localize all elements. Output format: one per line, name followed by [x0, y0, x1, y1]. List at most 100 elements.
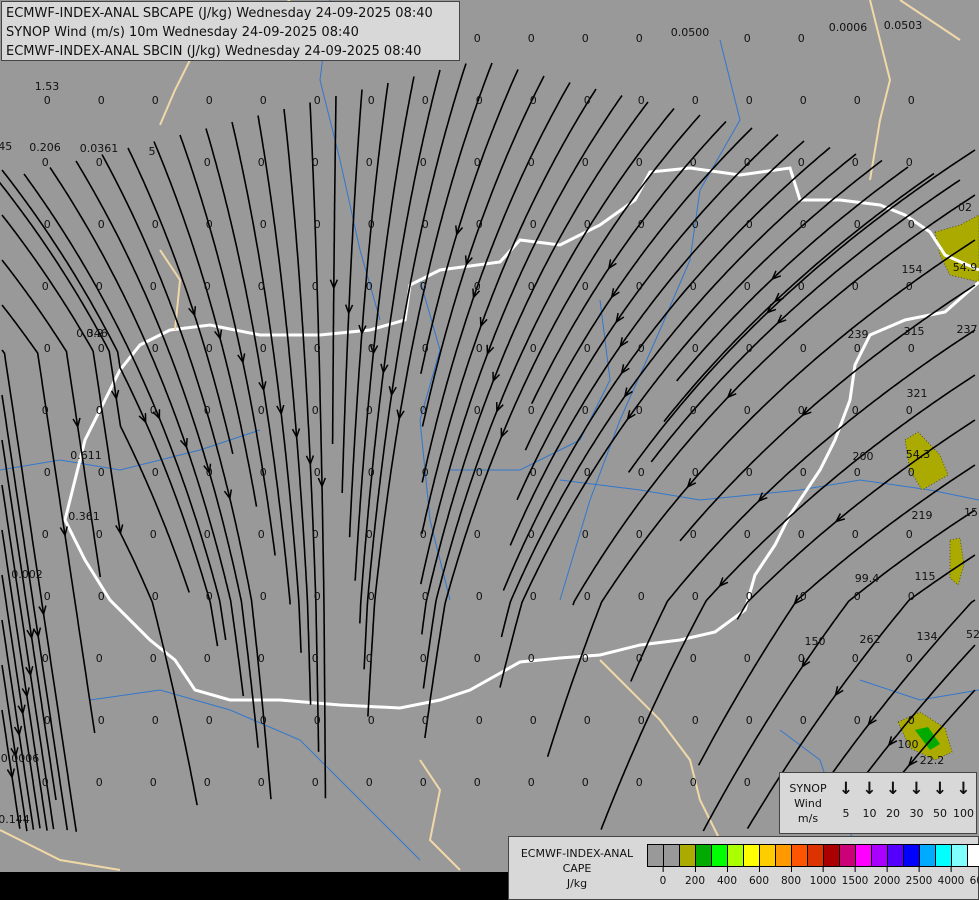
cape-value-label: 0 [96, 652, 103, 665]
river-line [859, 679, 979, 701]
color-swatch [936, 845, 952, 866]
cape-value-label: 0 [528, 404, 535, 417]
cape-value-label: 0 [690, 404, 697, 417]
cape-value-label: 115 [915, 570, 936, 583]
cape-value-label: 0 [152, 466, 159, 479]
cape-value-label: 0 [746, 218, 753, 231]
cape-value-label: 0 [584, 218, 591, 231]
cape-value-label: 0 [150, 776, 157, 789]
cape-value-label: 0 [422, 342, 429, 355]
cape-value-label: 0 [98, 342, 105, 355]
cape-value-label: 0 [312, 404, 319, 417]
color-swatch [712, 845, 728, 866]
cape-value-label: 0 [98, 714, 105, 727]
cape-value-label: 0 [636, 528, 643, 541]
cape-value-label: 0 [638, 218, 645, 231]
cape-value-label: 0 [800, 714, 807, 727]
cape-value-label: 0 [96, 156, 103, 169]
streamline [101, 154, 272, 800]
cape-value-label: 0 [258, 404, 265, 417]
cape-value-label: 239 [848, 328, 869, 341]
cape-value-label: 0 [474, 652, 481, 665]
cape-value-label: 0.361 [68, 510, 100, 523]
streamline [424, 114, 701, 739]
cape-value-label: 0 [582, 156, 589, 169]
cape-value-label: 0 [422, 94, 429, 107]
title-line-cape: ECMWF-INDEX-ANAL SBCAPE (J/kg) Wednesday… [6, 6, 433, 21]
streamline [153, 141, 258, 507]
cape-value-label: 0 [746, 590, 753, 603]
synop-speed-label: 30 [909, 807, 924, 820]
cape-value-label: 0 [906, 280, 913, 293]
cape-value-label: 0 [528, 776, 535, 789]
color-swatch [680, 845, 696, 866]
cape-value-label: 0 [206, 94, 213, 107]
cape-value-label: 0 [854, 466, 861, 479]
synop-legend-item: ↓ 30 [905, 779, 929, 820]
cape-value-label: 0.2 [86, 327, 104, 340]
cape-value-label: 0 [474, 156, 481, 169]
cape-value-label: 0.206 [29, 141, 61, 154]
cape-value-label: 0 [798, 528, 805, 541]
color-swatch [776, 845, 792, 866]
cape-value-label: 0 [582, 776, 589, 789]
cape-value-label: 0 [852, 404, 859, 417]
cape-value-label: 0 [204, 280, 211, 293]
cape-value-label: 0 [204, 652, 211, 665]
cape-value-label: 52 [966, 628, 979, 641]
cape-value-label: 315 [904, 325, 925, 338]
color-swatch [920, 845, 936, 866]
cape-value-label: 02 [958, 201, 972, 214]
cape-value-label: 0.002 [11, 568, 43, 581]
down-arrow-icon: ↓ [909, 779, 924, 799]
streamline [257, 115, 312, 705]
cape-value-label: 262 [860, 633, 881, 646]
cape-value-label: 0 [798, 280, 805, 293]
cape-value-label: 0 [852, 528, 859, 541]
cape-value-label: 0 [314, 342, 321, 355]
cape-value-label: 0 [636, 156, 643, 169]
cape-title-line: CAPE [562, 862, 592, 875]
cape-value-label: 0 [906, 652, 913, 665]
color-swatch [808, 845, 824, 866]
cape-value-label: 0 [204, 528, 211, 541]
color-swatch [728, 845, 744, 866]
cape-value-label: 0 [260, 466, 267, 479]
cape-value-label: 0 [312, 280, 319, 293]
cape-value-label: 0 [44, 218, 51, 231]
streamline [331, 95, 337, 444]
cape-value-label: 54.3 [906, 448, 931, 461]
cape-value-label: 321 [907, 387, 928, 400]
cape-value-label: 0 [584, 590, 591, 603]
color-swatch [648, 845, 664, 866]
cape-value-label: 0 [42, 776, 49, 789]
cape-value-label: 0 [98, 94, 105, 107]
synop-legend-item: ↓ 50 [928, 779, 952, 820]
cape-value-label: 0 [638, 466, 645, 479]
synop-legend-item: ↓ 5 [834, 779, 858, 820]
cape-value-label: 0 [744, 404, 751, 417]
cape-value-label: 0 [798, 156, 805, 169]
cape-value-label: 0 [312, 528, 319, 541]
cape-value-label: 0 [96, 528, 103, 541]
cape-value-label: 0 [150, 280, 157, 293]
cape-value-label: 0 [366, 528, 373, 541]
cape-value-label: 0 [258, 776, 265, 789]
synop-legend-item: ↓ 10 [858, 779, 882, 820]
cape-value-label: 0 [206, 466, 213, 479]
cape-value-label: 0 [152, 94, 159, 107]
streamlines-layer [0, 62, 976, 833]
regional-border [0, 829, 121, 871]
cape-value-label: 0 [692, 590, 699, 603]
cape-value-label: 0 [476, 590, 483, 603]
cape-value-label: 0 [366, 652, 373, 665]
cape-value-label: 154 [902, 263, 923, 276]
cape-value-label: 0 [368, 714, 375, 727]
cape-value-label: 0 [638, 590, 645, 603]
cape-value-label: 0 [690, 776, 697, 789]
streamline [421, 82, 571, 483]
cape-value-label: 0 [908, 218, 915, 231]
synop-legend-item: ↓ 100 [952, 779, 976, 820]
cape-value-label: 0 [528, 156, 535, 169]
cape-value-label: 150 [805, 635, 826, 648]
